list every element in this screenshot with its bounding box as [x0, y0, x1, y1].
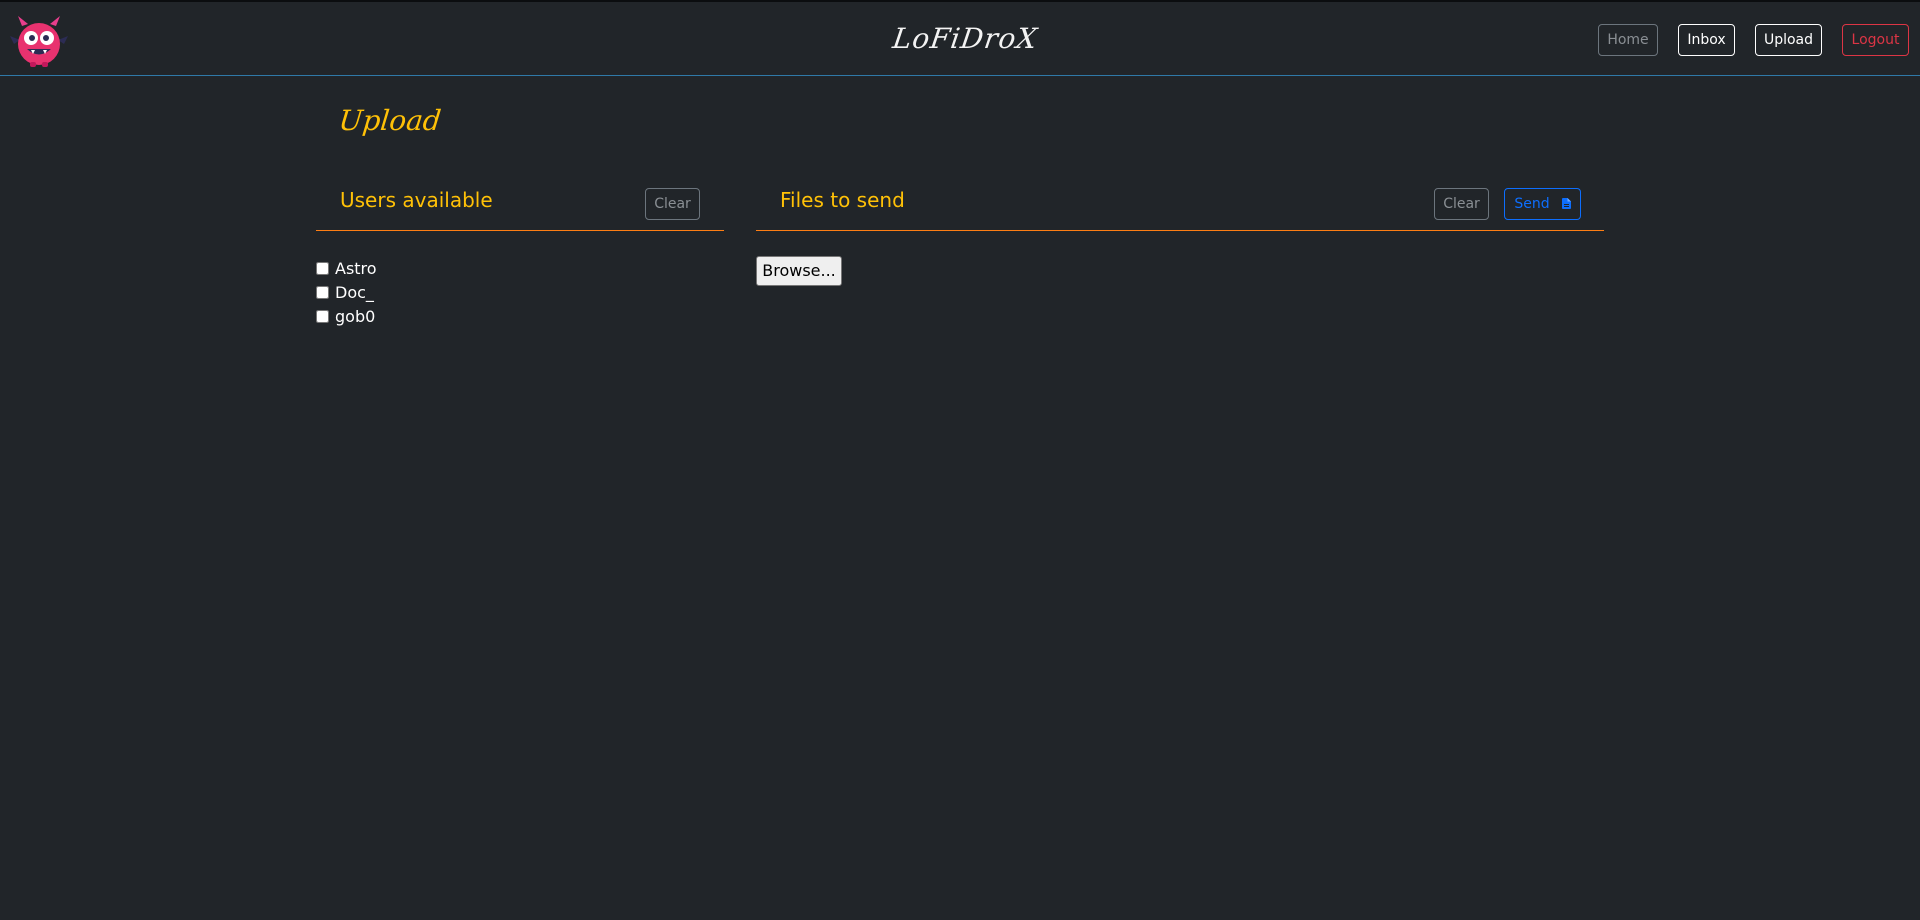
nav-upload-button[interactable]: Upload [1755, 24, 1822, 56]
user-item-doc[interactable]: Doc_ [316, 280, 377, 304]
file-browse-button[interactable]: Browse... [756, 256, 842, 286]
user-name: Doc_ [335, 282, 374, 302]
user-list: Astro Doc_ gob0 [316, 256, 377, 328]
user-checkbox-astro[interactable] [316, 261, 329, 275]
file-icon [1561, 198, 1571, 209]
users-panel-header: Users available Clear [316, 178, 724, 231]
nav-inbox-button[interactable]: Inbox [1678, 24, 1735, 56]
users-panel-title: Users available [340, 188, 493, 212]
app-brand-text: LoFiDroX [890, 22, 1040, 55]
send-button-label: Send [1514, 196, 1550, 212]
navbar: LoFiDroX Home Inbox Upload Logout [0, 2, 1920, 76]
nav-home-button[interactable]: Home [1598, 24, 1658, 56]
user-name: gob0 [335, 306, 376, 326]
files-clear-button[interactable]: Clear [1434, 188, 1489, 220]
send-button[interactable]: Send [1504, 188, 1581, 220]
nav-logout-button[interactable]: Logout [1842, 24, 1909, 56]
users-clear-button[interactable]: Clear [645, 188, 700, 220]
page-title: Upload [337, 104, 443, 137]
files-panel-header: Files to send Clear Send [756, 178, 1604, 231]
user-item-astro[interactable]: Astro [316, 256, 377, 280]
user-checkbox-gob0[interactable] [316, 309, 329, 323]
user-name: Astro [335, 258, 377, 278]
user-checkbox-doc[interactable] [316, 285, 329, 299]
user-item-gob0[interactable]: gob0 [316, 304, 377, 328]
files-panel-title: Files to send [780, 188, 905, 212]
